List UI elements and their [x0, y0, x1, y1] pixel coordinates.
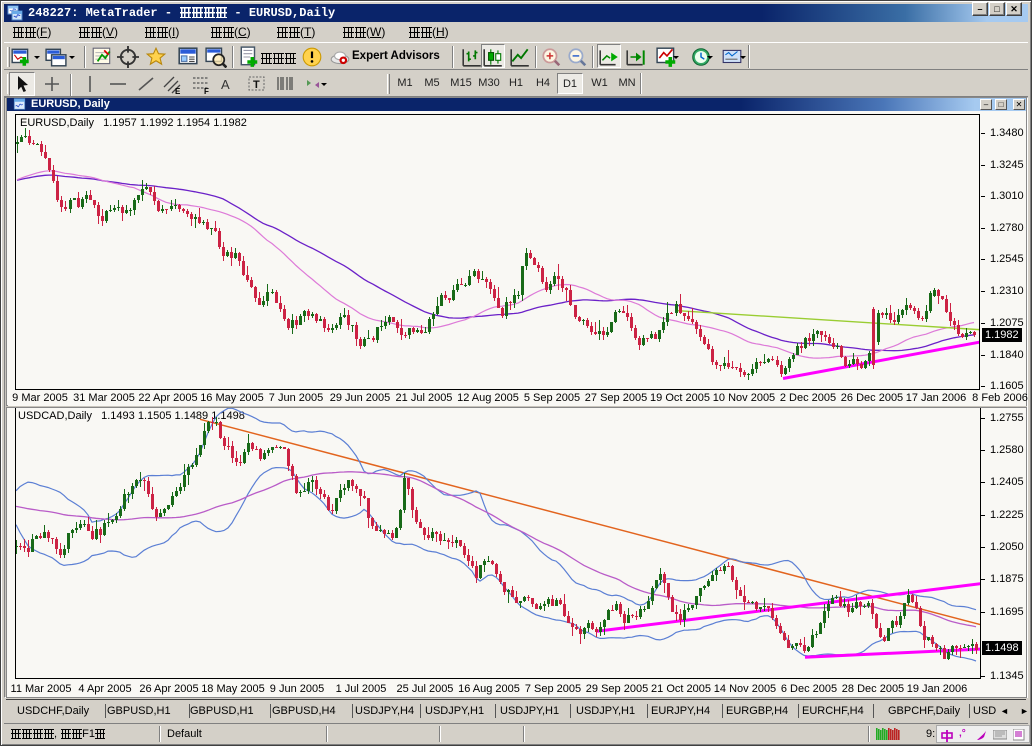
- svg-text:E: E: [175, 87, 181, 94]
- svg-text:T: T: [253, 79, 260, 91]
- svg-text:F: F: [204, 87, 209, 94]
